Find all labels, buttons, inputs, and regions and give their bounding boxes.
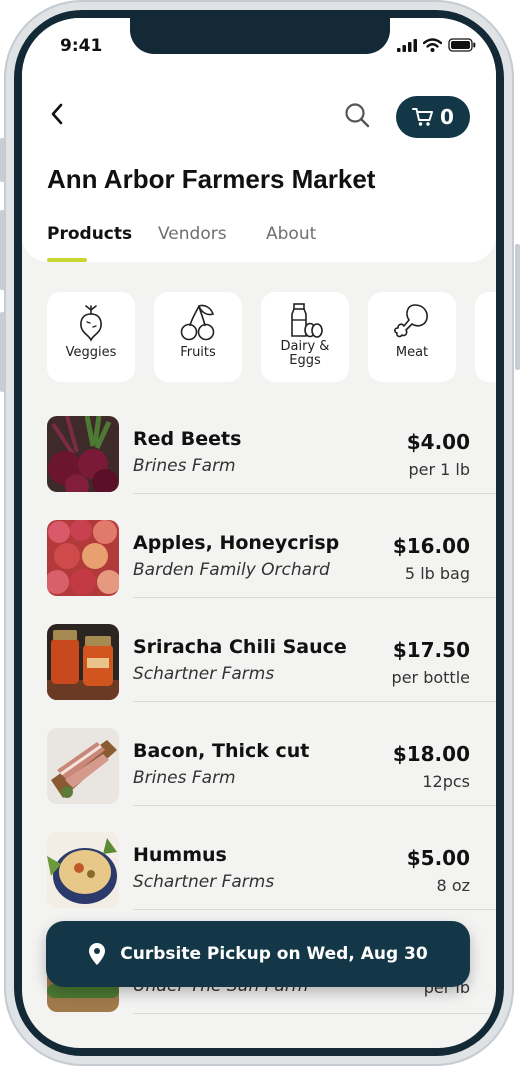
category-veggies[interactable]: Veggies (47, 292, 135, 382)
location-pin-icon (89, 943, 106, 965)
product-name: Bacon, Thick cut (133, 740, 310, 762)
product-unit: 5 lb bag (404, 564, 470, 583)
milk-eggs-icon (291, 303, 323, 338)
divider (133, 701, 496, 702)
product-image (47, 520, 119, 596)
product-price: $17.50 (392, 638, 470, 662)
product-vendor: Schartner Farms (133, 664, 275, 684)
drumstick-icon (394, 304, 428, 338)
side-button (515, 244, 520, 370)
screen: 9:41 0 Ann Arbor Farmers Market Products… (22, 18, 496, 1048)
product-name: Apples, Honeycrisp (133, 532, 340, 554)
list-item[interactable]: Red Beets Brines Farm $4.00 per 1 lb (22, 416, 496, 520)
product-price: $5.00 (406, 846, 470, 870)
divider (133, 493, 496, 494)
product-image (47, 832, 119, 908)
divider (133, 909, 496, 910)
search-button[interactable] (344, 102, 370, 128)
pickup-banner[interactable]: Curbsite Pickup on Wed, Aug 30 (46, 921, 470, 987)
pickup-label: Curbsite Pickup on Wed, Aug 30 (120, 944, 428, 964)
tab-vendors[interactable]: Vendors (158, 224, 227, 244)
beet-icon (80, 305, 102, 342)
product-unit: 12pcs (422, 772, 470, 791)
list-item[interactable]: Bacon, Thick cut Brines Farm $18.00 12pc… (22, 728, 496, 832)
product-name: Sriracha Chili Sauce (133, 636, 347, 658)
category-more[interactable] (475, 292, 496, 382)
wifi-icon (423, 38, 442, 52)
product-vendor: Schartner Farms (133, 872, 275, 892)
side-button (0, 210, 5, 290)
product-image (47, 728, 119, 804)
tab-about[interactable]: About (266, 224, 316, 244)
product-image (47, 416, 119, 492)
product-vendor: Barden Family Orchard (133, 560, 330, 580)
product-image (47, 624, 119, 700)
chevron-left-icon (51, 103, 63, 125)
category-meat[interactable]: Meat (368, 292, 456, 382)
product-price: $16.00 (392, 534, 470, 558)
category-dairy-eggs[interactable]: Dairy & Eggs (261, 292, 349, 382)
product-name: Hummus (133, 844, 227, 866)
category-label: Veggies (65, 345, 117, 360)
status-time: 9:41 (60, 36, 103, 56)
category-label: Dairy & Eggs (280, 339, 330, 368)
cart-button[interactable]: 0 (396, 96, 470, 138)
notch (130, 18, 390, 54)
side-button (0, 138, 5, 182)
product-price: $18.00 (392, 742, 470, 766)
product-vendor: Brines Farm (133, 456, 236, 476)
list-item[interactable]: Sriracha Chili Sauce Schartner Farms $17… (22, 624, 496, 728)
product-unit: per bottle (391, 668, 470, 687)
divider (133, 597, 496, 598)
divider (133, 805, 496, 806)
category-label: Fruits (180, 345, 216, 360)
signal-icon (397, 38, 417, 52)
divider (133, 1013, 496, 1014)
tab-products[interactable]: Products (47, 224, 132, 244)
page-title: Ann Arbor Farmers Market (47, 164, 376, 194)
back-button[interactable] (46, 100, 68, 128)
active-tab-indicator (47, 258, 87, 262)
side-button (0, 312, 5, 392)
search-icon (345, 103, 370, 128)
status-icons (397, 38, 476, 52)
cart-icon (412, 108, 434, 126)
product-name: Red Beets (133, 428, 242, 450)
cart-count: 0 (440, 105, 454, 129)
list-item[interactable]: Apples, Honeycrisp Barden Family Orchard… (22, 520, 496, 624)
category-fruits[interactable]: Fruits (154, 292, 242, 382)
cherries-icon (180, 304, 215, 341)
product-unit: per 1 lb (408, 460, 470, 479)
product-vendor: Brines Farm (133, 768, 236, 788)
category-label: Meat (395, 345, 429, 360)
product-unit: 8 oz (436, 876, 470, 895)
product-price: $4.00 (406, 430, 470, 454)
battery-icon (448, 38, 476, 52)
